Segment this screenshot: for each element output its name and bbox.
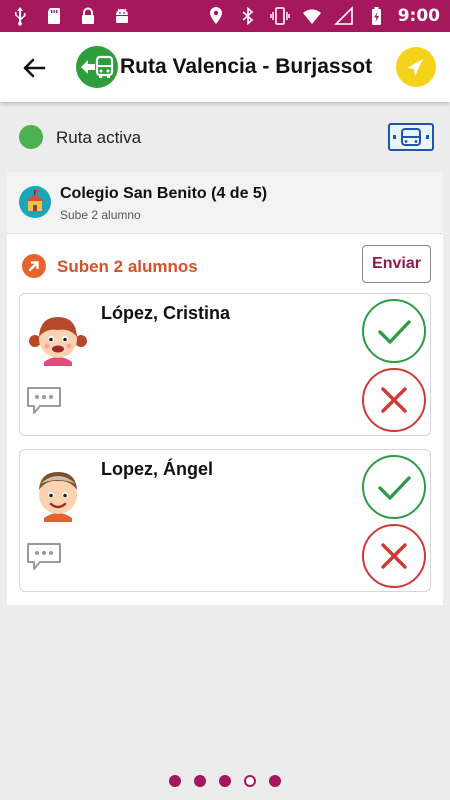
bus-route-icon	[76, 46, 118, 88]
status-bar: 9:00	[0, 0, 450, 32]
route-status: Ruta activa	[0, 102, 450, 170]
confirm-button[interactable]	[362, 299, 426, 363]
bus-card-icon[interactable]	[388, 123, 434, 151]
close-icon	[381, 543, 407, 569]
student-name: López, Cristina	[101, 303, 231, 323]
page-dot[interactable]	[219, 775, 231, 787]
wifi-icon	[302, 9, 321, 24]
reject-button[interactable]	[362, 524, 426, 588]
page-indicator	[0, 772, 450, 790]
check-icon	[378, 320, 411, 344]
stop-title: Colegio San Benito (4 de 5)	[60, 185, 268, 202]
route-active-indicator	[19, 125, 43, 149]
check-icon	[378, 476, 411, 500]
status-right-icons: 9:00	[206, 6, 440, 26]
sd-card-icon	[48, 8, 60, 24]
bluetooth-icon	[242, 6, 253, 26]
student-card: López, Cristina	[19, 293, 431, 436]
android-icon	[116, 8, 128, 23]
comment-icon[interactable]	[26, 386, 62, 416]
app-bar: Ruta Valencia - Burjassot	[0, 32, 450, 102]
girl-avatar-icon	[29, 317, 87, 366]
page-dot[interactable]	[269, 775, 281, 787]
confirm-button[interactable]	[362, 455, 426, 519]
status-time: 9:00	[397, 6, 440, 26]
reject-button[interactable]	[362, 368, 426, 432]
school-icon	[19, 186, 51, 218]
page-dot[interactable]	[194, 775, 206, 787]
student-name: Lopez, Ángel	[101, 459, 213, 479]
navigation-button[interactable]	[396, 47, 436, 87]
stop-card: Colegio San Benito (4 de 5) Sube 2 alumn…	[7, 172, 443, 605]
page-dot-active[interactable]	[244, 775, 256, 787]
page-title: Ruta Valencia - Burjassot	[120, 55, 373, 78]
usb-icon	[15, 7, 26, 26]
boarding-row: Suben 2 alumnos Enviar	[7, 234, 443, 292]
vibrate-icon	[270, 7, 290, 25]
student-card: Lopez, Ángel	[19, 449, 431, 592]
send-button[interactable]: Enviar	[362, 245, 431, 283]
boarding-label: Suben 2 alumnos	[57, 257, 198, 276]
page-dot[interactable]	[169, 775, 181, 787]
arrow-back-icon[interactable]	[18, 52, 50, 84]
arrow-up-right-icon	[22, 254, 46, 278]
lock-icon	[82, 7, 94, 24]
comment-icon[interactable]	[26, 542, 62, 572]
status-left-icons	[10, 6, 132, 26]
close-icon	[381, 387, 407, 413]
stop-header: Colegio San Benito (4 de 5) Sube 2 alumn…	[7, 172, 443, 234]
location-icon	[209, 7, 222, 24]
boy-avatar-icon	[39, 472, 77, 522]
battery-charging-icon	[371, 7, 381, 25]
signal-icon	[333, 6, 353, 25]
stop-subtitle: Sube 2 alumno	[60, 208, 141, 222]
route-status-label: Ruta activa	[56, 128, 142, 147]
navigation-icon	[407, 59, 423, 76]
